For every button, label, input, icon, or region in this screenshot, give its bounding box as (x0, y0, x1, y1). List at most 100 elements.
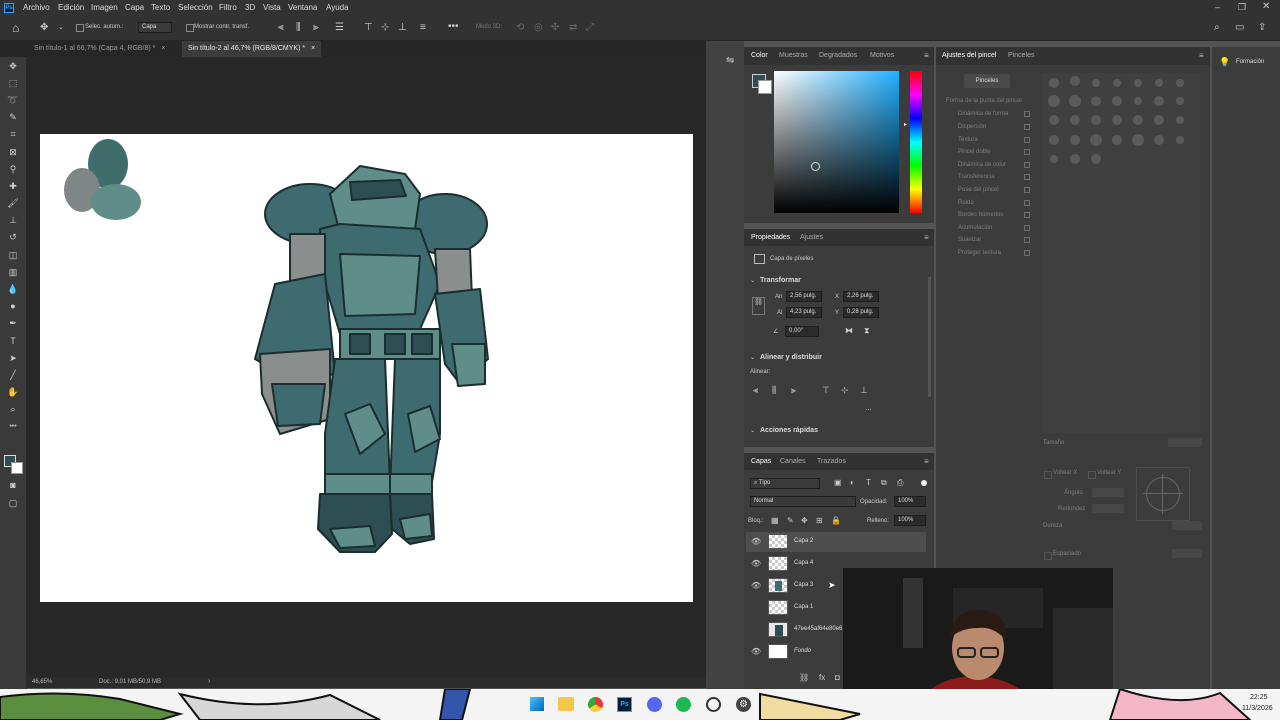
brush-option[interactable]: Dispersión (958, 124, 986, 130)
filter-toggle-icon[interactable] (921, 480, 927, 486)
menu-texto[interactable]: Texto (151, 3, 170, 12)
quick-mask-icon[interactable]: ◙ (6, 479, 20, 491)
fill-field[interactable]: 100% (894, 515, 926, 526)
tab-ajustes-del-pincel[interactable]: Ajustes del pincel (942, 52, 996, 59)
lasso-tool-icon[interactable]: ➰ (6, 94, 20, 106)
color-field[interactable] (774, 71, 899, 213)
menu-ventana[interactable]: Ventana (288, 3, 317, 12)
blur-tool-icon[interactable]: 💧 (6, 283, 20, 295)
lock-transparent-icon[interactable]: ▦ (771, 516, 779, 525)
tab-motivos[interactable]: Motivos (870, 52, 894, 59)
tab-muestras[interactable]: Muestras (779, 52, 808, 59)
link-layers-icon[interactable]: ⛓ (799, 673, 809, 682)
pen-tool-icon[interactable]: ✒ (6, 317, 20, 329)
spacing-checkbox[interactable] (1044, 552, 1052, 560)
photoshop-taskbar-icon[interactable]: Ps (617, 697, 632, 712)
screen-mode-icon[interactable]: ▢ (6, 497, 20, 509)
hue-slider[interactable] (910, 71, 922, 213)
angle-field[interactable]: 0,00° (785, 326, 819, 337)
lock-icon[interactable] (1024, 250, 1030, 256)
discord-icon[interactable] (647, 697, 662, 712)
lock-icon[interactable] (1024, 237, 1030, 243)
eyedropper-tool-icon[interactable]: ⚲ (6, 163, 20, 175)
tab-sin-titulo-1[interactable]: Sin título-1 al 66,7% (Capa 4, RGB/8) * … (28, 41, 171, 57)
photoshop-logo-icon[interactable]: Ps (4, 3, 14, 13)
layer-name[interactable]: 47ee45af64e80e6 (794, 626, 842, 632)
path-selection-tool-icon[interactable]: ➤ (6, 352, 20, 364)
lock-icon[interactable] (1024, 200, 1030, 206)
lock-icon[interactable] (1024, 225, 1030, 231)
maximize-icon[interactable]: ❐ (1238, 2, 1246, 13)
home-icon[interactable]: ⌂ (12, 21, 19, 35)
brush-option[interactable]: Bordes húmedos (958, 212, 1003, 218)
windows-start-icon[interactable] (530, 697, 544, 711)
quick-actions-title[interactable]: Acciones rápidas (760, 427, 818, 434)
menu-3d[interactable]: 3D (245, 3, 255, 12)
tab-degradados[interactable]: Degradados (819, 52, 857, 59)
flip-vertical-icon[interactable]: ⧗ (864, 326, 870, 336)
hue-slider-handle-icon[interactable]: ▸ (904, 121, 907, 128)
align-distribute-title[interactable]: Alinear y distribuir (760, 354, 822, 361)
type-tool-icon[interactable]: T (6, 335, 20, 347)
line-tool-icon[interactable]: ╱ (6, 369, 20, 381)
brush-presets-grid[interactable] (1042, 73, 1200, 433)
lock-icon[interactable] (1024, 162, 1030, 168)
panel-menu-icon[interactable]: ≡ (924, 233, 929, 242)
align-horizontal-centers-icon[interactable]: ⫼ (772, 385, 776, 396)
quick-select-tool-icon[interactable]: ✎ (6, 111, 20, 123)
menu-filtro[interactable]: Filtro (219, 3, 237, 12)
hardness-field[interactable] (1172, 521, 1202, 530)
flip-x-checkbox[interactable] (1044, 471, 1052, 479)
tab-close-icon[interactable]: × (311, 45, 315, 52)
x-field[interactable]: 2,26 pulg. (843, 291, 879, 302)
filter-adjustment-icon[interactable]: ◐ (850, 478, 855, 487)
collapse-icon[interactable]: ⌄ (750, 427, 755, 434)
collapse-icon[interactable]: ⌄ (750, 354, 755, 361)
flip-y-checkbox[interactable] (1088, 471, 1096, 479)
distribute-vertical-icon[interactable]: ≡ (420, 22, 426, 33)
align-right-edges-icon[interactable]: ⫸ (791, 385, 796, 396)
eye-icon[interactable]: 👁 (751, 581, 761, 590)
distribute-icon[interactable]: ☰ (335, 22, 344, 33)
spotify-icon[interactable] (676, 697, 691, 712)
y-field[interactable]: 0,28 pulg. (843, 307, 879, 318)
eye-icon[interactable]: 👁 (751, 537, 761, 546)
size-field[interactable] (1168, 438, 1202, 447)
filter-pixel-icon[interactable]: ▣ (834, 478, 842, 487)
lightbulb-icon[interactable]: 💡 (1219, 57, 1230, 68)
eye-hidden-icon[interactable] (751, 603, 761, 612)
slide-3d-icon[interactable]: ⇄ (569, 22, 577, 33)
frame-tool-icon[interactable]: ⊠ (6, 146, 20, 158)
flip-horizontal-icon[interactable]: ⧓ (845, 326, 853, 335)
brush-tip-shape[interactable]: Forma de la punta del pincel (946, 98, 1022, 104)
blend-mode-dropdown[interactable]: Normal (750, 496, 856, 507)
settings-gear-icon[interactable]: ⚙ (736, 697, 751, 712)
tab-capas[interactable]: Capas (751, 458, 771, 465)
dodge-tool-icon[interactable]: ● (6, 300, 20, 312)
brush-option[interactable]: Suavizar (958, 237, 981, 243)
brush-option[interactable]: Proteger textura (958, 250, 1001, 256)
menu-vista[interactable]: Vista (263, 3, 281, 12)
filter-smart-object-icon[interactable]: ⎙ (897, 478, 903, 488)
more-options-icon[interactable]: ••• (448, 21, 459, 32)
menu-imagen[interactable]: Imagen (91, 3, 118, 12)
tab-close-icon[interactable]: × (161, 45, 165, 52)
file-explorer-icon[interactable] (558, 697, 574, 711)
scale-3d-icon[interactable]: ⤢ (586, 22, 594, 33)
menu-seleccion[interactable]: Selección (178, 3, 213, 12)
collapse-icon[interactable]: ⌄ (750, 277, 755, 284)
obs-icon[interactable] (706, 697, 721, 712)
lock-icon[interactable] (1024, 174, 1030, 180)
document-canvas[interactable] (40, 134, 693, 602)
chrome-icon[interactable] (588, 697, 603, 712)
spacing-field[interactable] (1172, 549, 1202, 558)
align-right-icon[interactable]: ⫸ (313, 22, 319, 33)
lock-icon[interactable] (1024, 187, 1030, 193)
brush-option[interactable]: Dinámica de color (958, 162, 1006, 168)
lock-position-icon[interactable]: ✥ (801, 516, 808, 525)
brush-option[interactable]: Textura (958, 137, 978, 143)
layer-name[interactable]: Capa 1 (794, 604, 813, 610)
add-mask-icon[interactable]: ◘ (835, 673, 840, 682)
brush-option[interactable]: Pincel doble (958, 149, 991, 155)
orbit-3d-icon[interactable]: ⟲ (516, 22, 524, 33)
